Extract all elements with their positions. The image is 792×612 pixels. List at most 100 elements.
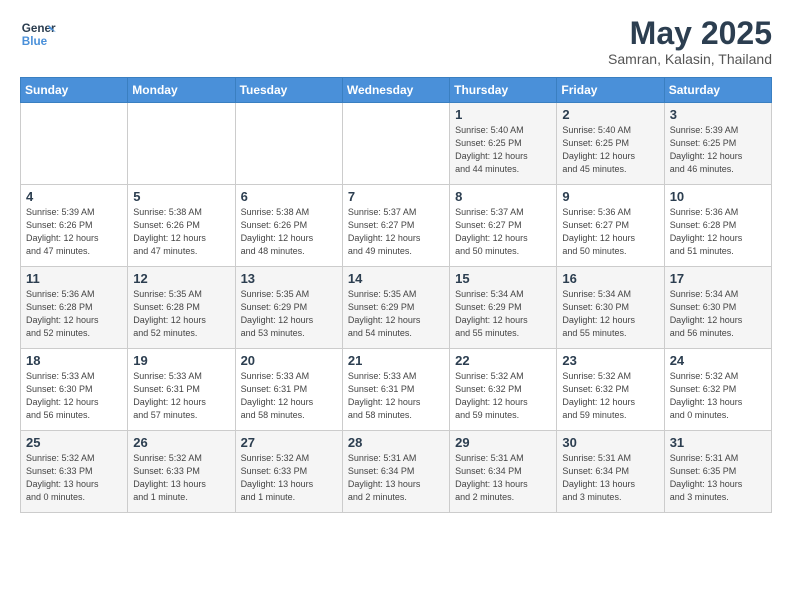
weekday-header-monday: Monday <box>128 78 235 103</box>
day-cell: 31Sunrise: 5:31 AM Sunset: 6:35 PM Dayli… <box>664 431 771 513</box>
day-cell: 11 Sunrise: 5:36 AM Sunset: 6:28 PM Dayli… <box>21 267 128 349</box>
day-info: Sunrise: 5:32 AM Sunset: 6:32 PM Dayligh… <box>455 370 551 422</box>
day-info: Sunrise: 5:31 AM Sunset: 6:34 PM Dayligh… <box>348 452 444 504</box>
svg-text:Blue: Blue <box>22 35 48 48</box>
logo-icon: General Blue <box>20 16 56 52</box>
day-info: Sunrise: 5:34 AM Sunset: 6:30 PM Dayligh… <box>562 288 658 340</box>
day-cell: 14 Sunrise: 5:35 AM Sunset: 6:29 PM Dayli… <box>342 267 449 349</box>
day-cell: 6 Sunrise: 5:38 AM Sunset: 6:26 PM Daylig… <box>235 185 342 267</box>
day-number: 4 <box>26 189 122 204</box>
day-cell: 27 Sunrise: 5:32 AM Sunset: 6:33 PM Dayli… <box>235 431 342 513</box>
day-cell: 8Sunrise: 5:37 AM Sunset: 6:27 PM Daylig… <box>450 185 557 267</box>
day-number: 21 <box>348 353 444 368</box>
day-info: Sunrise: 5:38 AM Sunset: 6:26 PM Dayligh… <box>241 206 337 258</box>
day-cell: 15Sunrise: 5:34 AM Sunset: 6:29 PM Dayli… <box>450 267 557 349</box>
day-number: 27 <box>241 435 337 450</box>
day-number: 23 <box>562 353 658 368</box>
weekday-header-row: SundayMondayTuesdayWednesdayThursdayFrid… <box>21 78 772 103</box>
day-cell: 12Sunrise: 5:35 AM Sunset: 6:28 PM Dayli… <box>128 267 235 349</box>
day-info: Sunrise: 5:35 AM Sunset: 6:29 PM Dayligh… <box>241 288 337 340</box>
week-row-4: 18 Sunrise: 5:33 AM Sunset: 6:30 PM Dayli… <box>21 349 772 431</box>
day-info: Sunrise: 5:39 AM Sunset: 6:25 PM Dayligh… <box>670 124 766 176</box>
day-number: 12 <box>133 271 229 286</box>
day-cell: 13 Sunrise: 5:35 AM Sunset: 6:29 PM Dayli… <box>235 267 342 349</box>
day-info: Sunrise: 5:32 AM Sunset: 6:32 PM Dayligh… <box>562 370 658 422</box>
day-info: Sunrise: 5:32 AM Sunset: 6:32 PM Dayligh… <box>670 370 766 422</box>
day-number: 5 <box>133 189 229 204</box>
day-number: 18 <box>26 353 122 368</box>
day-cell: 23 Sunrise: 5:32 AM Sunset: 6:32 PM Dayli… <box>557 349 664 431</box>
day-cell: 26 Sunrise: 5:32 AM Sunset: 6:33 PM Dayli… <box>128 431 235 513</box>
day-number: 6 <box>241 189 337 204</box>
day-cell: 29Sunrise: 5:31 AM Sunset: 6:34 PM Dayli… <box>450 431 557 513</box>
day-cell: 9Sunrise: 5:36 AM Sunset: 6:27 PM Daylig… <box>557 185 664 267</box>
day-info: Sunrise: 5:32 AM Sunset: 6:33 PM Dayligh… <box>241 452 337 504</box>
day-info: Sunrise: 5:36 AM Sunset: 6:28 PM Dayligh… <box>670 206 766 258</box>
day-cell: 28 Sunrise: 5:31 AM Sunset: 6:34 PM Dayli… <box>342 431 449 513</box>
day-number: 2 <box>562 107 658 122</box>
day-info: Sunrise: 5:33 AM Sunset: 6:31 PM Dayligh… <box>133 370 229 422</box>
day-number: 19 <box>133 353 229 368</box>
day-number: 14 <box>348 271 444 286</box>
day-number: 26 <box>133 435 229 450</box>
day-cell: 16 Sunrise: 5:34 AM Sunset: 6:30 PM Dayli… <box>557 267 664 349</box>
day-number: 28 <box>348 435 444 450</box>
weekday-header-tuesday: Tuesday <box>235 78 342 103</box>
day-info: Sunrise: 5:34 AM Sunset: 6:30 PM Dayligh… <box>670 288 766 340</box>
day-cell: 30 Sunrise: 5:31 AM Sunset: 6:34 PM Dayli… <box>557 431 664 513</box>
day-info: Sunrise: 5:38 AM Sunset: 6:26 PM Dayligh… <box>133 206 229 258</box>
day-number: 7 <box>348 189 444 204</box>
main-container: General Blue May 2025 Samran, Kalasin, T… <box>0 0 792 523</box>
day-cell: 18 Sunrise: 5:33 AM Sunset: 6:30 PM Dayli… <box>21 349 128 431</box>
day-info: Sunrise: 5:33 AM Sunset: 6:30 PM Dayligh… <box>26 370 122 422</box>
day-cell: 10 Sunrise: 5:36 AM Sunset: 6:28 PM Dayli… <box>664 185 771 267</box>
day-cell: 21Sunrise: 5:33 AM Sunset: 6:31 PM Dayli… <box>342 349 449 431</box>
day-number: 30 <box>562 435 658 450</box>
day-cell: 2 Sunrise: 5:40 AM Sunset: 6:25 PM Daylig… <box>557 103 664 185</box>
day-cell: 24Sunrise: 5:32 AM Sunset: 6:32 PM Dayli… <box>664 349 771 431</box>
day-cell: 4Sunrise: 5:39 AM Sunset: 6:26 PM Daylig… <box>21 185 128 267</box>
day-info: Sunrise: 5:36 AM Sunset: 6:28 PM Dayligh… <box>26 288 122 340</box>
header: General Blue May 2025 Samran, Kalasin, T… <box>20 16 772 67</box>
day-cell: 5 Sunrise: 5:38 AM Sunset: 6:26 PM Daylig… <box>128 185 235 267</box>
day-info: Sunrise: 5:32 AM Sunset: 6:33 PM Dayligh… <box>133 452 229 504</box>
title-block: May 2025 Samran, Kalasin, Thailand <box>608 16 772 67</box>
week-row-1: 1 Sunrise: 5:40 AM Sunset: 6:25 PM Daylig… <box>21 103 772 185</box>
day-number: 1 <box>455 107 551 122</box>
day-number: 17 <box>670 271 766 286</box>
location-subtitle: Samran, Kalasin, Thailand <box>608 51 772 67</box>
day-info: Sunrise: 5:31 AM Sunset: 6:34 PM Dayligh… <box>455 452 551 504</box>
day-number: 20 <box>241 353 337 368</box>
day-info: Sunrise: 5:36 AM Sunset: 6:27 PM Dayligh… <box>562 206 658 258</box>
day-cell: 7 Sunrise: 5:37 AM Sunset: 6:27 PM Daylig… <box>342 185 449 267</box>
day-info: Sunrise: 5:35 AM Sunset: 6:29 PM Dayligh… <box>348 288 444 340</box>
day-info: Sunrise: 5:37 AM Sunset: 6:27 PM Dayligh… <box>455 206 551 258</box>
day-cell <box>235 103 342 185</box>
day-info: Sunrise: 5:32 AM Sunset: 6:33 PM Dayligh… <box>26 452 122 504</box>
day-cell: 22 Sunrise: 5:32 AM Sunset: 6:32 PM Dayli… <box>450 349 557 431</box>
day-number: 13 <box>241 271 337 286</box>
day-number: 16 <box>562 271 658 286</box>
day-info: Sunrise: 5:37 AM Sunset: 6:27 PM Dayligh… <box>348 206 444 258</box>
day-info: Sunrise: 5:40 AM Sunset: 6:25 PM Dayligh… <box>455 124 551 176</box>
week-row-5: 25 Sunrise: 5:32 AM Sunset: 6:33 PM Dayli… <box>21 431 772 513</box>
day-number: 3 <box>670 107 766 122</box>
day-cell <box>128 103 235 185</box>
day-info: Sunrise: 5:33 AM Sunset: 6:31 PM Dayligh… <box>241 370 337 422</box>
day-number: 25 <box>26 435 122 450</box>
week-row-2: 4Sunrise: 5:39 AM Sunset: 6:26 PM Daylig… <box>21 185 772 267</box>
day-number: 31 <box>670 435 766 450</box>
day-cell: 19 Sunrise: 5:33 AM Sunset: 6:31 PM Dayli… <box>128 349 235 431</box>
day-number: 10 <box>670 189 766 204</box>
weekday-header-thursday: Thursday <box>450 78 557 103</box>
day-cell: 1 Sunrise: 5:40 AM Sunset: 6:25 PM Daylig… <box>450 103 557 185</box>
day-number: 15 <box>455 271 551 286</box>
logo: General Blue <box>20 16 56 52</box>
day-info: Sunrise: 5:40 AM Sunset: 6:25 PM Dayligh… <box>562 124 658 176</box>
weekday-header-wednesday: Wednesday <box>342 78 449 103</box>
day-number: 22 <box>455 353 551 368</box>
day-cell: 20 Sunrise: 5:33 AM Sunset: 6:31 PM Dayli… <box>235 349 342 431</box>
day-info: Sunrise: 5:31 AM Sunset: 6:34 PM Dayligh… <box>562 452 658 504</box>
day-number: 11 <box>26 271 122 286</box>
week-row-3: 11 Sunrise: 5:36 AM Sunset: 6:28 PM Dayli… <box>21 267 772 349</box>
